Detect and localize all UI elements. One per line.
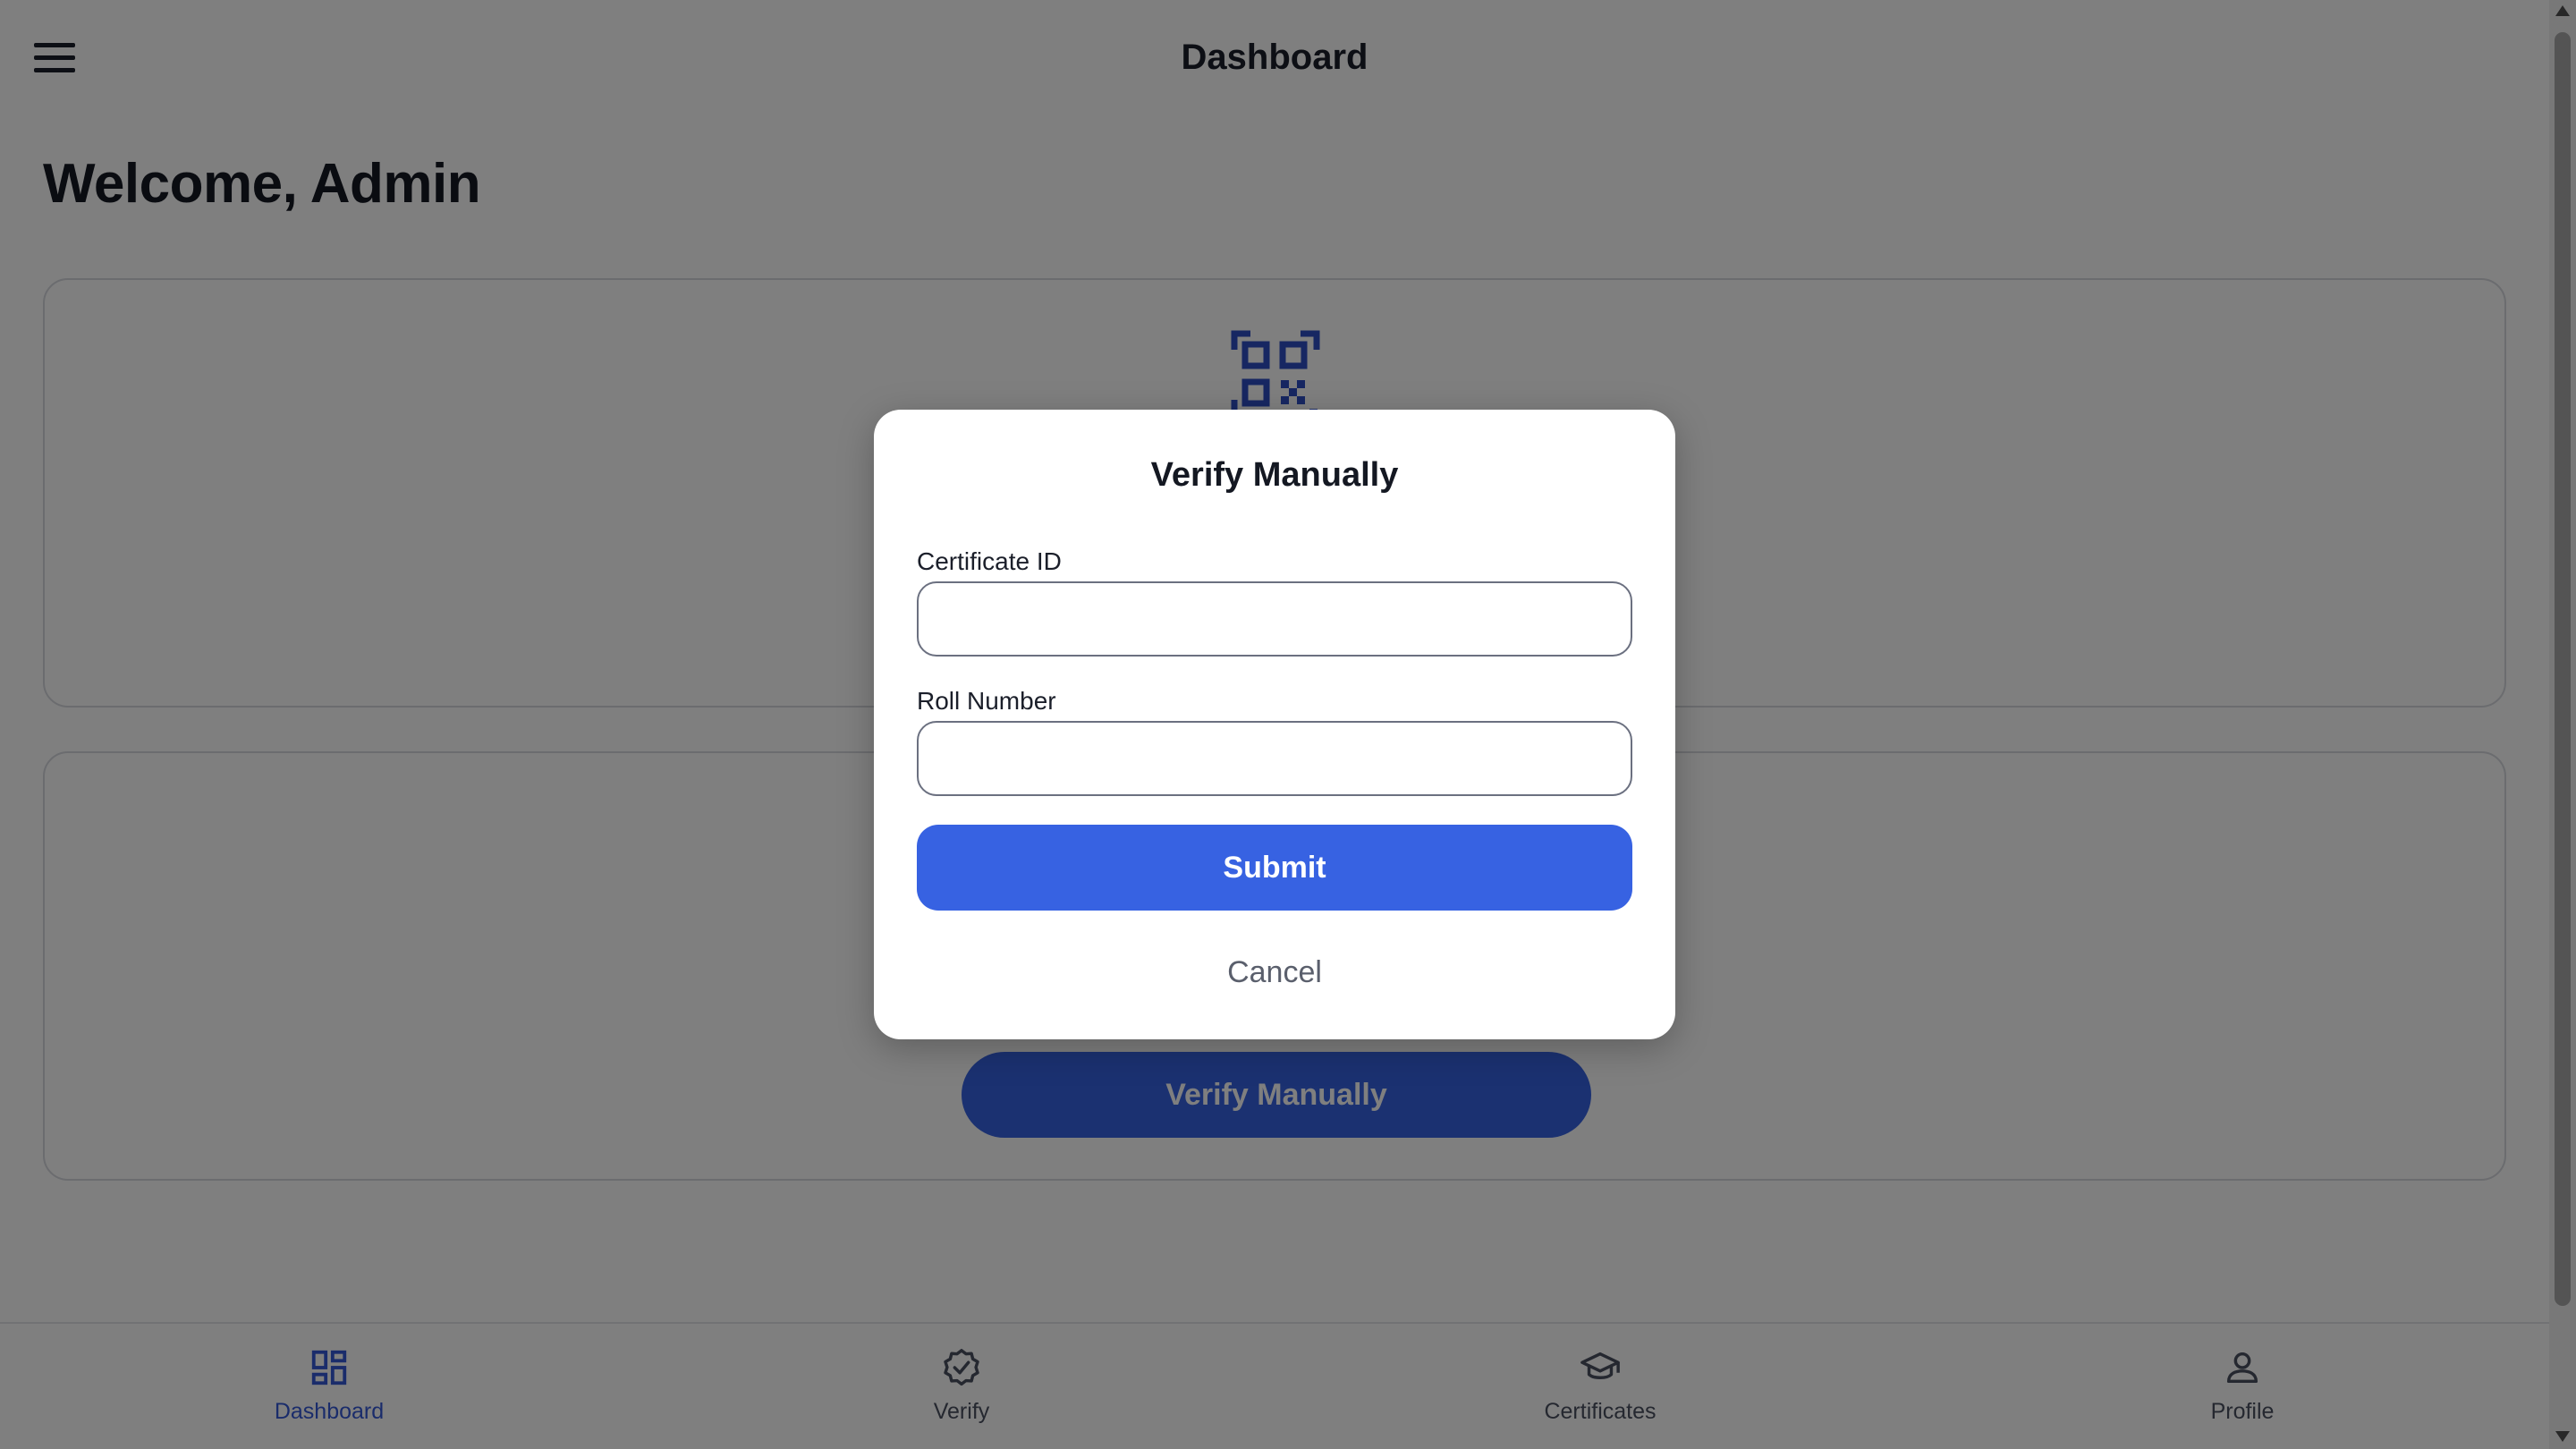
certificate-id-label: Certificate ID: [917, 547, 1062, 575]
cancel-button[interactable]: Cancel: [874, 955, 1675, 990]
submit-button[interactable]: Submit: [917, 825, 1632, 911]
roll-number-input[interactable]: [917, 721, 1632, 796]
dialog-title: Verify Manually: [1150, 456, 1399, 494]
verify-manually-dialog: Verify Manually Certificate ID Roll Numb…: [874, 410, 1675, 1039]
certificate-id-input[interactable]: [917, 581, 1632, 657]
roll-number-label: Roll Number: [917, 687, 1056, 715]
